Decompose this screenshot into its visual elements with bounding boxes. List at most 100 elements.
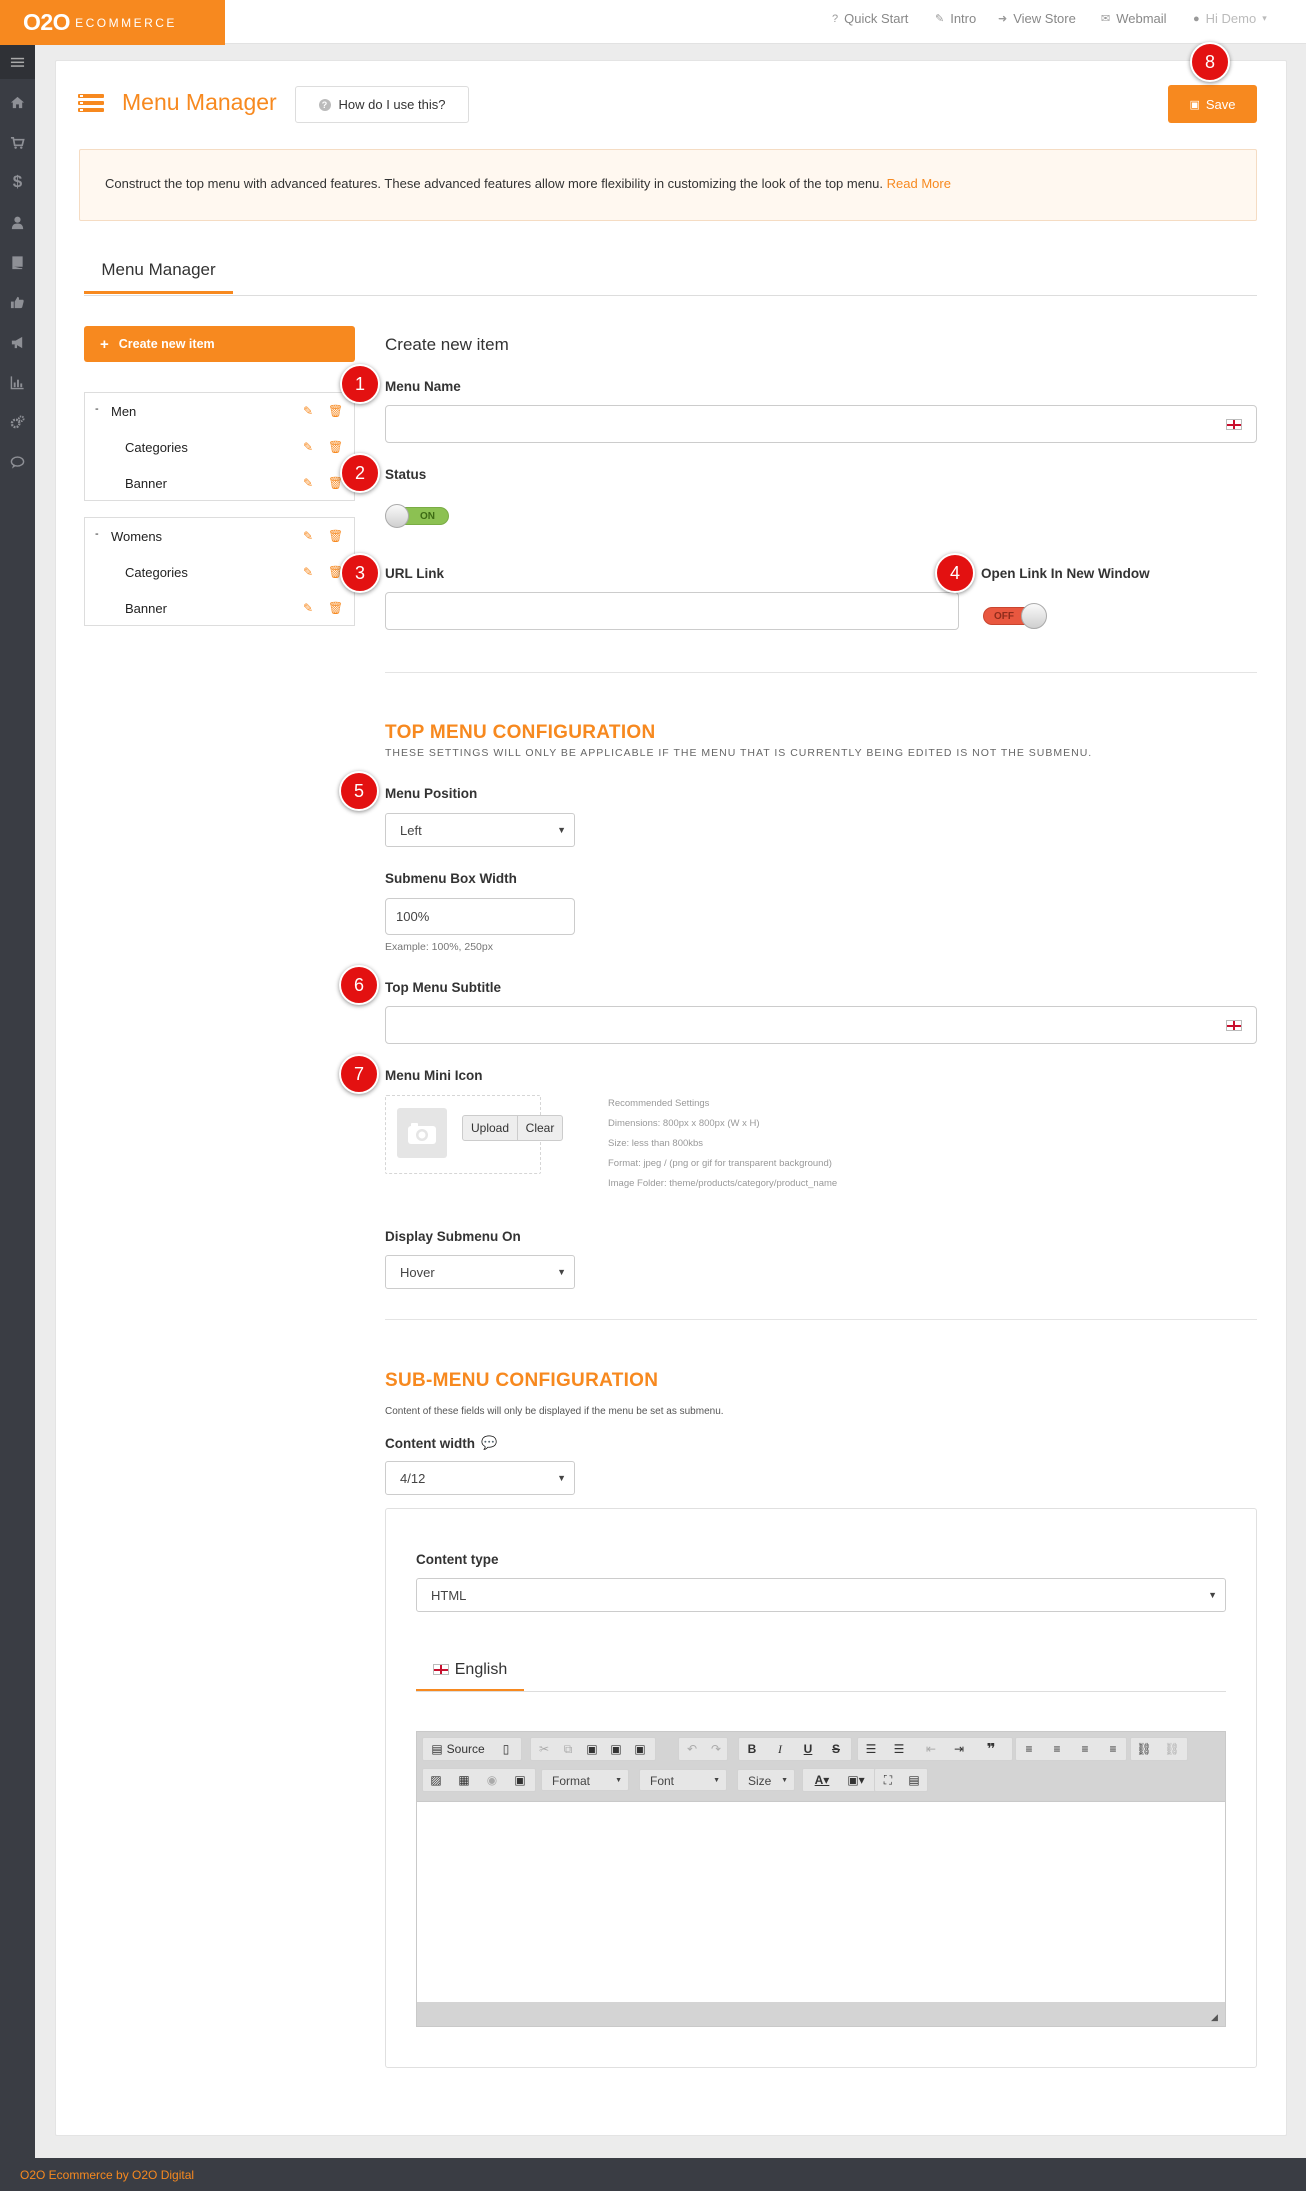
justify-icon[interactable]: ≡ — [1102, 1738, 1124, 1760]
comment-icon[interactable] — [0, 445, 35, 479]
edit-icon[interactable]: ✎ — [303, 440, 313, 454]
collapse-icon[interactable]: - — [95, 403, 99, 415]
editor-content-area[interactable] — [417, 1801, 1225, 2002]
tree-item-men-banner[interactable]: Banner ✎ 🗑 — [85, 465, 354, 501]
menu-name-input[interactable] — [385, 405, 1257, 443]
bulleted-list-icon[interactable]: ☰ — [888, 1738, 910, 1760]
quick-start-link[interactable]: ? Quick Start — [832, 11, 908, 26]
edit-icon[interactable]: ✎ — [303, 565, 313, 579]
strikethrough-icon[interactable]: S — [825, 1738, 847, 1760]
align-right-icon[interactable]: ≡ — [1074, 1738, 1096, 1760]
new-window-toggle[interactable]: OFF — [981, 603, 1049, 629]
edit-icon[interactable]: ✎ — [303, 529, 313, 543]
tab-english[interactable]: English — [416, 1650, 524, 1692]
intro-label: Intro — [950, 11, 977, 26]
underline-icon[interactable]: U — [797, 1738, 819, 1760]
blockquote-icon[interactable]: ❞ — [980, 1738, 1002, 1760]
format-select[interactable]: Format ▼ — [541, 1769, 629, 1791]
undo-icon[interactable]: ↶ — [681, 1738, 703, 1760]
outdent-icon[interactable]: ⇤ — [920, 1738, 942, 1760]
display-submenu-value: Hover — [400, 1265, 435, 1280]
paste-icon[interactable]: ▣ — [581, 1738, 603, 1760]
content-width-select[interactable]: 4/12 ▼ — [385, 1461, 575, 1495]
divider — [385, 672, 1257, 673]
collapse-icon[interactable]: - — [95, 528, 99, 540]
redo-icon[interactable]: ↷ — [705, 1738, 727, 1760]
comment-icon[interactable]: 💬 — [481, 1435, 497, 1451]
home-icon[interactable] — [0, 85, 35, 119]
image-icon[interactable]: ▨ — [425, 1769, 447, 1791]
menu-icon[interactable] — [0, 45, 35, 79]
align-center-icon[interactable]: ≡ — [1046, 1738, 1068, 1760]
webmail-link[interactable]: ✉ Webmail — [1101, 11, 1167, 26]
tree-item-label: Men — [111, 404, 137, 419]
indent-icon[interactable]: ⇥ — [948, 1738, 970, 1760]
intro-link[interactable]: ✎ Intro — [935, 11, 976, 26]
sub-config-subtitle: Content of these fields will only be dis… — [385, 1406, 724, 1417]
cut-icon[interactable]: ✂ — [533, 1738, 555, 1760]
display-submenu-select[interactable]: Hover ▼ — [385, 1255, 575, 1289]
upload-button[interactable]: Upload — [462, 1115, 518, 1141]
trash-icon[interactable]: 🗑 — [328, 601, 343, 615]
chart-icon[interactable] — [0, 365, 35, 399]
logo[interactable]: O2O ECOMMERCE — [0, 0, 225, 45]
cart-icon[interactable] — [0, 125, 35, 159]
trash-icon[interactable]: 🗑 — [328, 529, 343, 543]
create-new-item-button[interactable]: + Create new item — [84, 326, 355, 362]
status-toggle[interactable]: ON — [385, 504, 451, 528]
submenu-width-input[interactable]: 100% — [385, 898, 575, 935]
trash-icon[interactable]: 🗑 — [328, 440, 343, 454]
tree-item-womens[interactable]: - Womens ✎ 🗑 — [85, 518, 354, 554]
size-select[interactable]: Size ▼ — [737, 1769, 795, 1791]
align-left-icon[interactable]: ≡ — [1018, 1738, 1040, 1760]
maximize-icon[interactable]: ⛶ — [877, 1769, 899, 1791]
italic-icon[interactable]: I — [769, 1738, 791, 1760]
link-icon[interactable]: ⛓ — [1133, 1738, 1155, 1760]
paste-text-icon[interactable]: ▣ — [605, 1738, 627, 1760]
top-menu-subtitle-input[interactable] — [385, 1006, 1257, 1044]
new-page-icon[interactable]: ▯ — [495, 1738, 517, 1760]
save-button[interactable]: ▣ Save — [1168, 85, 1257, 123]
text-color-icon[interactable]: A▾ — [805, 1769, 839, 1791]
edit-icon[interactable]: ✎ — [303, 601, 313, 615]
thumbs-up-icon[interactable] — [0, 285, 35, 319]
edit-icon[interactable]: ✎ — [303, 404, 313, 418]
tree-item-label: Womens — [111, 529, 163, 544]
view-store-link[interactable]: ➜ View Store — [998, 11, 1076, 26]
book-icon[interactable] — [0, 245, 35, 279]
flash-icon[interactable]: ◉ — [481, 1769, 503, 1791]
edit-icon[interactable]: ✎ — [303, 476, 313, 490]
tree-item-womens-banner[interactable]: Banner ✎ 🗑 — [85, 590, 354, 626]
content-width-value: 4/12 — [400, 1471, 426, 1486]
user-icon[interactable] — [0, 205, 35, 239]
resize-handle-icon[interactable]: ◢ — [1211, 2012, 1218, 2023]
menu-position-select[interactable]: Left ▼ — [385, 813, 575, 847]
youtube-icon[interactable]: ▣ — [509, 1769, 531, 1791]
copy-icon[interactable]: ⧉ — [557, 1738, 579, 1760]
envelope-icon: ✉ — [1101, 13, 1111, 25]
read-more-link[interactable]: Read More — [887, 176, 951, 191]
table-icon[interactable]: ▦ — [453, 1769, 475, 1791]
bold-icon[interactable]: B — [741, 1738, 763, 1760]
megaphone-icon[interactable] — [0, 325, 35, 359]
paste-word-icon[interactable]: ▣ — [629, 1738, 651, 1760]
source-button[interactable]: ▤ Source — [425, 1738, 491, 1760]
numbered-list-icon[interactable]: ☰ — [860, 1738, 882, 1760]
tree-item-men-categories[interactable]: Categories ✎ 🗑 — [85, 429, 354, 465]
url-link-input[interactable] — [385, 592, 959, 630]
tab-menu-manager[interactable]: Menu Manager — [84, 250, 233, 294]
show-blocks-icon[interactable]: ▤ — [903, 1769, 925, 1791]
unlink-icon[interactable]: ⛓ — [1161, 1738, 1183, 1760]
tree-item-men[interactable]: - Men ✎ 🗑 — [85, 393, 354, 429]
cogs-icon[interactable] — [0, 405, 35, 439]
clear-button[interactable]: Clear — [517, 1115, 563, 1141]
help-button[interactable]: ? How do I use this? — [295, 86, 469, 123]
content-type-select[interactable]: HTML ▼ — [416, 1578, 1226, 1612]
dollar-icon[interactable]: $ — [0, 165, 35, 199]
tree-item-womens-categories[interactable]: Categories ✎ 🗑 — [85, 554, 354, 590]
font-select[interactable]: Font ▼ — [639, 1769, 727, 1791]
user-menu[interactable]: ● Hi Demo ▾ — [1193, 11, 1267, 26]
question-circle-icon: ? — [318, 98, 331, 111]
background-color-icon[interactable]: ▣▾ — [839, 1769, 873, 1791]
trash-icon[interactable]: 🗑 — [328, 404, 343, 418]
